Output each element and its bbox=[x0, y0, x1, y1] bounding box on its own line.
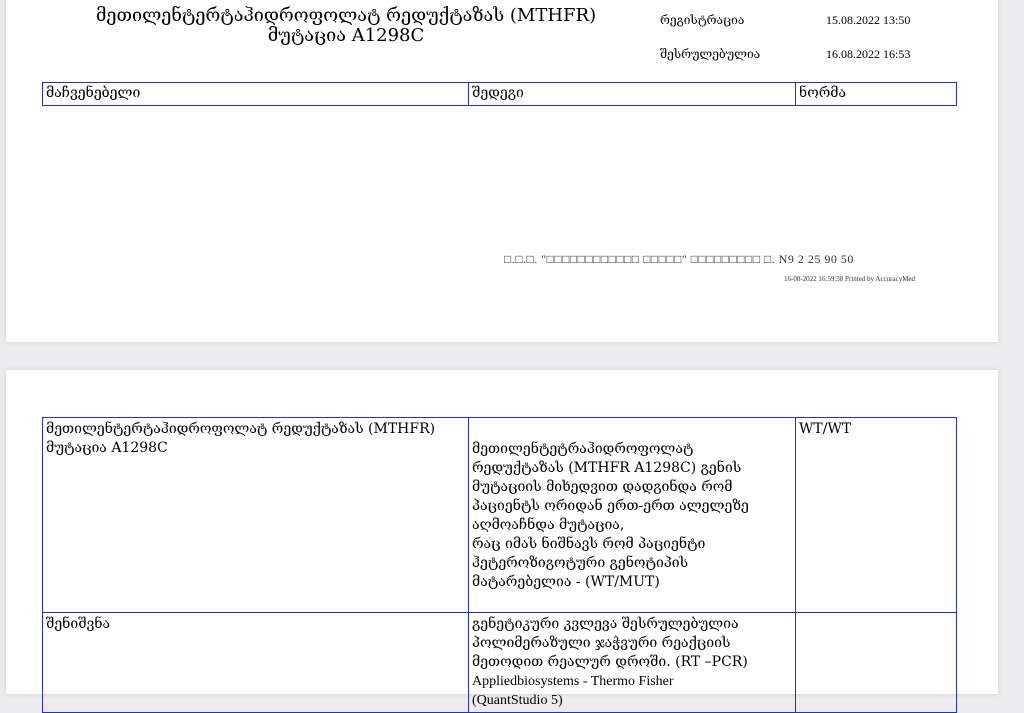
table-row: მეთილენტერტაჰიდროფოლატ რედუქტაზას (MTHFR… bbox=[42, 417, 957, 613]
result-line: მეთილენტეტრაჰიდროფოლატ bbox=[472, 441, 694, 457]
footer-company-info: □.□.□. "□□□□□□□□□□□□ □□□□□" □□□□□□□□□ □.… bbox=[504, 252, 854, 266]
registration-value: 15.08.2022 13:50 bbox=[826, 13, 911, 27]
footer-printed-stamp: 16-08-2022 16:59:38 Printed by AccuracyM… bbox=[784, 275, 916, 283]
result-line: რაც იმას ნიშნავს რომ პაციენტი bbox=[472, 536, 706, 552]
results-table: მეთილენტერტაჰიდროფოლატ რედუქტაზას (MTHFR… bbox=[42, 417, 957, 713]
result-line: მუტაციის მიხედვით დადგინდა რომ bbox=[472, 479, 733, 495]
result-line: აღმოაჩნდა მუტაცია, bbox=[472, 517, 625, 533]
norm-cell: WT/WT bbox=[795, 417, 957, 613]
result-line: ჰეტეროზიგოტური გენოტიპის bbox=[472, 555, 689, 571]
column-header-norm: ნორმა bbox=[795, 82, 957, 106]
report-title-line-1: მეთილენტერტაჰიდროფოლატ რედუქტაზას (MTHFR… bbox=[95, 5, 597, 26]
report-title: მეთილენტერტაჰიდროფოლატ რედუქტაზას (MTHFR… bbox=[66, 6, 626, 46]
note-text-cell: გენეტიკური კვლევა შესრულებულია პოლიმერაზ… bbox=[468, 612, 796, 713]
result-line: მატარებელია - (WT/MUT) bbox=[472, 574, 660, 590]
note-line: Appliedbiosystems - Thermo Fisher bbox=[472, 674, 674, 689]
note-norm-cell bbox=[795, 612, 957, 713]
report-page-2: მეთილენტერტაჰიდროფოლატ რედუქტაზას (MTHFR… bbox=[6, 370, 998, 713]
completed-label: შესრულებულია bbox=[660, 47, 761, 61]
note-line: პოლიმერაზული ჯაჭვური რეაქციის bbox=[472, 635, 731, 651]
column-header-result: შედეგი bbox=[468, 82, 796, 106]
report-title-line-2: მუტაცია A1298C bbox=[267, 25, 425, 46]
column-header-table: მაჩვენებელი შედეგი ნორმა bbox=[42, 82, 957, 106]
note-line: გენეტიკური კვლევა შესრულებულია bbox=[472, 616, 739, 632]
result-cell: მეთილენტეტრაჰიდროფოლატ რედუქტაზას (MTHFR… bbox=[468, 417, 796, 613]
column-header-indicator: მაჩვენებელი bbox=[42, 82, 469, 106]
registration-label: რეგისტრაცია bbox=[660, 13, 745, 27]
note-label-cell: შენიშვნა bbox=[42, 612, 469, 713]
completed-value: 16.08.2022 16:53 bbox=[826, 47, 911, 61]
result-line: რედუქტაზას (MTHFR A1298C) გენის bbox=[472, 460, 742, 476]
result-line: პაციენტს ორიდან ერთ-ერთ ალელეზე bbox=[472, 498, 749, 514]
report-page-1: მეთილენტერტაჰიდროფოლატ რედუქტაზას (MTHFR… bbox=[6, 0, 998, 342]
indicator-cell: მეთილენტერტაჰიდროფოლატ რედუქტაზას (MTHFR… bbox=[42, 417, 469, 613]
table-row: შენიშვნა გენეტიკური კვლევა შესრულებულია … bbox=[42, 612, 957, 713]
note-line: მეთოდით რეალურ დროში. (RT –PCR) bbox=[472, 654, 748, 670]
